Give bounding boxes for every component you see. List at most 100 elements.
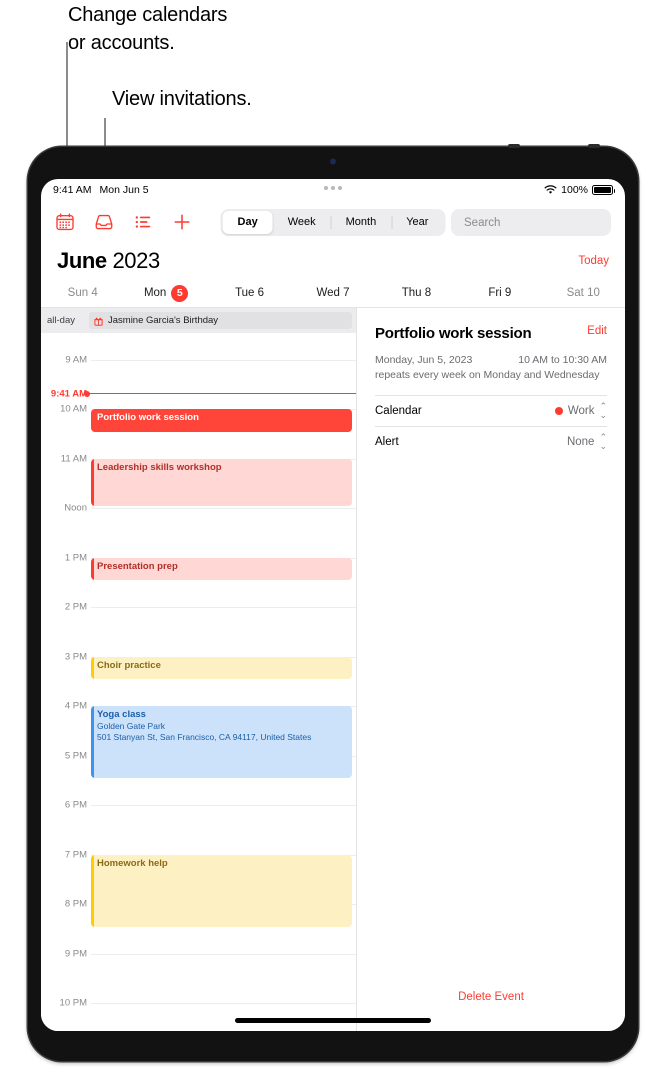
month-label: June	[57, 248, 107, 273]
day-view-column: all-day Jasmine Garcia's Birthday 9 AM 1…	[41, 308, 357, 1031]
hour-gridline	[91, 805, 356, 806]
tab-week[interactable]: Week	[273, 211, 331, 234]
all-day-event-birthday[interactable]: Jasmine Garcia's Birthday	[89, 312, 352, 329]
current-time-line	[87, 393, 356, 395]
add-icon[interactable]	[172, 212, 192, 232]
all-day-row: all-day Jasmine Garcia's Birthday	[41, 308, 356, 333]
detail-row-alert[interactable]: Alert None ⌃ ⌄	[375, 426, 607, 457]
hour-label: 4 PM	[64, 700, 87, 712]
all-day-label: all-day	[47, 315, 75, 326]
weekday-label: Sun 4	[67, 287, 98, 299]
weekday-label: Sat 10	[566, 287, 600, 299]
event-detail-header: Portfolio work session Edit	[375, 325, 607, 342]
weekday-mon-5[interactable]: Mon 5	[124, 284, 207, 302]
detail-row-alert-value: None	[566, 436, 595, 448]
hour-gridline	[91, 607, 356, 608]
edit-button[interactable]: Edit	[587, 325, 607, 337]
timeline[interactable]: 8 AM9 AM10 AM11 AMNoon1 PM2 PM3 PM4 PM5 …	[41, 333, 356, 1031]
chevron-up-down-icon[interactable]: ⌃ ⌄	[599, 402, 607, 420]
event-location: Golden Gate Park	[97, 720, 166, 731]
callout-change-calendars: Change calendars or accounts.	[68, 2, 227, 57]
wifi-icon	[544, 185, 557, 194]
hour-label: 9 AM	[65, 354, 87, 365]
event-title: Choir practice	[97, 659, 161, 671]
home-indicator[interactable]	[235, 1018, 431, 1023]
weekday-label: Fri 9	[488, 287, 512, 299]
weekday-wed-7[interactable]: Wed 7	[291, 287, 374, 299]
detail-row-calendar-value-group: Work ⌃ ⌄	[554, 402, 607, 420]
status-bar: 9:41 AM Mon Jun 5 100%	[41, 179, 625, 201]
event-title: Portfolio work session	[97, 412, 199, 423]
event-detail-repeat: repeats every week on Monday and Wednesd…	[375, 369, 600, 381]
callout-view-invitations: View invitations.	[112, 88, 252, 110]
hour-gridline	[91, 953, 356, 955]
view-mode-segmented-control[interactable]: Day Week Month Year	[220, 209, 446, 236]
year-label: 2023	[112, 248, 160, 273]
app-toolbar: Day Week Month Year	[41, 201, 625, 243]
event-color-bar	[91, 706, 94, 779]
main-content: all-day Jasmine Garcia's Birthday 9 AM 1…	[41, 308, 625, 1031]
battery-icon	[592, 185, 615, 195]
tab-month[interactable]: Month	[330, 211, 392, 234]
calendar-event[interactable]: Yoga class Golden Gate Park 501 Stanyan St…	[91, 706, 352, 779]
status-date: Mon Jun 5	[99, 184, 149, 196]
tab-year[interactable]: Year	[391, 211, 443, 234]
weekday-sat-10[interactable]: Sat 10	[542, 287, 625, 299]
ipad-device-frame: 9:41 AM Mon Jun 5 100% Day Week Month Ye…	[28, 144, 638, 1061]
calendar-event[interactable]: Homework help	[91, 854, 352, 927]
today-button[interactable]: Today	[578, 255, 609, 267]
weekday-sun-4[interactable]: Sun 4	[41, 287, 124, 299]
weekday-thu-8[interactable]: Thu 8	[375, 287, 458, 299]
tab-day[interactable]: Day	[222, 211, 273, 234]
multitasking-controls-icon[interactable]	[324, 186, 342, 190]
front-camera-icon	[330, 159, 336, 164]
event-title: Yoga class	[97, 709, 146, 720]
calendar-color-dot-icon	[554, 407, 563, 415]
hour-label: Noon	[64, 502, 87, 514]
weekday-tue-6[interactable]: Tue 6	[208, 287, 291, 299]
calendar-event[interactable]: Portfolio work session	[91, 409, 352, 432]
status-bar-right: 100%	[544, 184, 615, 196]
selected-day-badge: 5	[171, 284, 189, 302]
event-detail-date: Monday, Jun 5, 2023	[375, 354, 473, 366]
current-time-indicator: 9:41 AM	[41, 388, 356, 399]
event-title: Homework help	[97, 857, 168, 869]
event-address: 501 Stanyan St, San Francisco, CA 94117,…	[97, 731, 312, 742]
calendars-icon[interactable]	[55, 212, 75, 232]
weekday-label: Thu 8	[401, 287, 432, 299]
ipad-screen: 9:41 AM Mon Jun 5 100% Day Week Month Ye…	[41, 179, 625, 1031]
hour-gridline	[91, 1003, 356, 1004]
hour-label: 3 PM	[64, 651, 87, 662]
hour-label: 1 PM	[64, 552, 87, 563]
hour-label: 10 AM	[60, 403, 87, 415]
birthday-gift-icon	[94, 317, 103, 326]
callout-line-2: or accounts.	[68, 31, 175, 54]
inbox-icon[interactable]	[94, 212, 114, 232]
chevron-up-down-icon[interactable]: ⌃ ⌄	[599, 433, 607, 451]
month-header: June 2023 Today	[41, 243, 625, 279]
event-color-bar	[91, 557, 94, 581]
search-field[interactable]	[451, 209, 618, 236]
detail-row-calendar[interactable]: Calendar Work ⌃ ⌄	[375, 395, 607, 426]
current-time-label: 9:41 AM	[50, 388, 87, 400]
weekday-fri-9[interactable]: Fri 9	[458, 287, 541, 299]
event-title: Leadership skills workshop	[97, 461, 222, 473]
hour-gridline	[91, 508, 356, 509]
delete-event-button[interactable]: Delete Event	[357, 991, 625, 1003]
event-detail-title: Portfolio work session	[375, 325, 532, 342]
event-detail-time: 10 AM to 10:30 AM	[518, 354, 607, 366]
search-input[interactable]	[464, 216, 618, 229]
event-detail-when: Monday, Jun 5, 2023 10 AM to 10:30 AM	[375, 354, 607, 366]
hour-label: 11 AM	[60, 453, 87, 464]
hour-label: 9 PM	[64, 948, 87, 959]
weekday-label: Mon	[143, 287, 167, 299]
calendar-event[interactable]: Choir practice	[91, 656, 352, 680]
event-title: Presentation prep	[97, 560, 178, 572]
hour-label: 10 PM	[59, 997, 87, 1009]
calendar-event[interactable]: Leadership skills workshop	[91, 458, 352, 506]
list-icon[interactable]	[133, 212, 153, 232]
calendar-event[interactable]: Presentation prep	[91, 557, 352, 581]
event-color-bar	[91, 656, 94, 680]
hour-label: 6 PM	[64, 799, 87, 811]
event-color-bar	[91, 854, 94, 927]
